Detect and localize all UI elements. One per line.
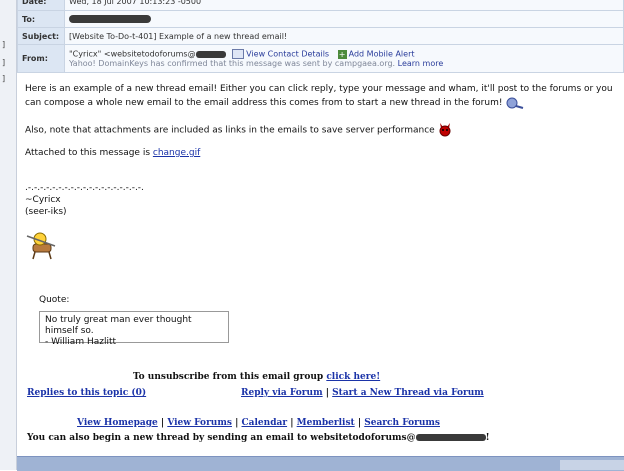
pane-edge-marker: ] xyxy=(2,74,6,83)
quote-text: No truly great man ever thought himself … xyxy=(45,315,192,336)
email-note-end: ! xyxy=(485,433,490,443)
redacted-recipient xyxy=(69,15,151,23)
unsubscribe-text: To unsubscribe from this email group xyxy=(133,372,324,382)
view-contact-details-link[interactable]: View Contact Details xyxy=(246,50,329,59)
body-paragraph: Attached to this message is change.gif xyxy=(25,146,615,160)
signature-pronunciation: (seer-iks) xyxy=(25,207,67,217)
nav-links-line: View Homepage | View Forums | Calendar |… xyxy=(77,418,440,428)
subject-label: Subject: xyxy=(17,27,65,45)
separator: | xyxy=(160,418,165,428)
message-header-table: Date: Wed, 18 Jul 2007 10:13:23 -0500 To… xyxy=(17,0,624,73)
date-label: Date: xyxy=(17,0,65,11)
add-icon: + xyxy=(337,49,347,59)
from-label: From: xyxy=(17,44,65,73)
date-value: Wed, 18 Jul 2007 10:13:23 -0500 xyxy=(64,0,624,11)
unsubscribe-line: To unsubscribe from this email group cli… xyxy=(133,372,380,382)
knight-smiley-icon xyxy=(26,232,56,260)
attachment-prefix: Attached to this message is xyxy=(25,148,151,158)
attachment-link[interactable]: change.gif xyxy=(153,148,200,158)
replies-line: Replies to this topic (0) xyxy=(27,388,146,398)
window-edge xyxy=(560,460,624,470)
magnifier-smiley-icon xyxy=(506,97,524,109)
quote-label: Quote: xyxy=(39,295,70,305)
pane-edge-marker: ] xyxy=(2,58,6,67)
from-value: "Cyricx" <websitetodoforums@ xyxy=(69,49,196,59)
pane-edge-marker: ] xyxy=(2,40,6,49)
search-forums-link[interactable]: Search Forums xyxy=(364,418,440,428)
contact-card-icon xyxy=(232,49,245,59)
signature-name: ~Cyricx xyxy=(25,195,61,205)
view-homepage-link[interactable]: View Homepage xyxy=(77,418,158,428)
separator: | xyxy=(290,418,294,428)
signature-divider: .-.-.-.-.-.-.-.-.-.-.-.-.-.-.-.-.-.-.-. xyxy=(25,183,144,193)
attachments-note: Also, note that attachments are included… xyxy=(25,125,435,136)
replies-to-topic-link[interactable]: Replies to this topic (0) xyxy=(27,388,146,398)
redacted-domain xyxy=(195,50,226,58)
domainkeys-note: Yahoo! DomainKeys has confirmed that thi… xyxy=(69,59,396,68)
reply-via-forum-link[interactable]: Reply via Forum xyxy=(241,388,323,398)
email-note-line: You can also begin a new thread by sendi… xyxy=(27,433,490,443)
new-thread-via-forum-link[interactable]: Start a New Thread via Forum xyxy=(332,388,484,398)
body-paragraph: Here is an example of a new thread email… xyxy=(25,82,615,110)
redacted-email-domain xyxy=(415,434,486,441)
quote-box: No truly great man ever thought himself … xyxy=(39,311,229,347)
quote-author: - William Hazlitt xyxy=(45,337,117,347)
view-forums-link[interactable]: View Forums xyxy=(167,418,232,428)
calendar-link[interactable]: Calendar xyxy=(242,418,288,428)
reply-actions-line: Reply via Forum | Start a New Thread via… xyxy=(241,388,484,398)
unsubscribe-link[interactable]: click here! xyxy=(326,372,380,382)
add-mobile-alert-link[interactable]: Add Mobile Alert xyxy=(349,50,415,59)
subject-value: [Website To-Do-t-401] Example of a new t… xyxy=(64,27,624,45)
learn-more-link[interactable]: Learn more xyxy=(398,59,444,68)
devil-smiley-icon xyxy=(439,123,451,137)
separator: | xyxy=(235,418,239,428)
memberlist-link[interactable]: Memberlist xyxy=(297,418,355,428)
message-view: Date: Wed, 18 Jul 2007 10:13:23 -0500 To… xyxy=(17,0,624,471)
bottom-status-bar xyxy=(17,456,624,471)
left-pane-strip: ] ] ] xyxy=(0,0,17,470)
body-paragraph: Also, note that attachments are included… xyxy=(25,122,615,138)
message-body: Here is an example of a new thread email… xyxy=(25,82,615,260)
separator: | xyxy=(357,418,362,428)
separator: | xyxy=(325,388,330,398)
to-label: To: xyxy=(17,10,65,28)
email-note-text: You can also begin a new thread by sendi… xyxy=(27,433,416,443)
